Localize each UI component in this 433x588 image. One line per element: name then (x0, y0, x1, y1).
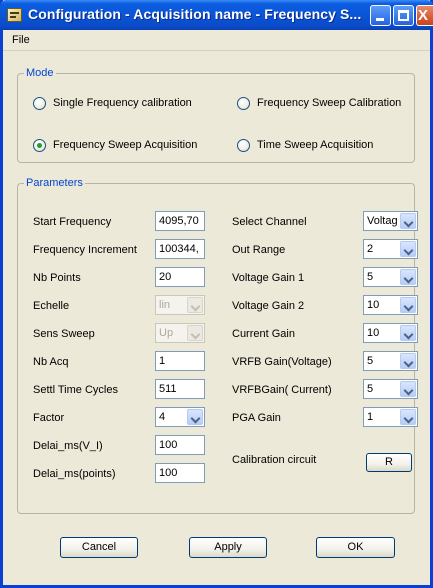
voltage-gain-1-value: 5 (367, 271, 374, 283)
title-bar[interactable]: Configuration - Acquisition name - Frequ… (0, 0, 433, 30)
minimize-icon (376, 18, 384, 21)
label-factor: Factor (33, 412, 65, 424)
label-voltage-gain-1: Voltage Gain 1 (232, 272, 305, 284)
current-gain-select[interactable]: 10 (363, 323, 418, 343)
chevron-down-icon (187, 297, 203, 313)
vrfb-gain-current-value: 5 (367, 383, 374, 395)
label-start-frequency: Start Frequency (33, 216, 112, 228)
factor-value: 4 (159, 411, 166, 423)
echelle-select: lin (155, 295, 205, 315)
delai-ms-points-field[interactable]: 100 (155, 463, 205, 483)
out-range-value: 2 (367, 243, 374, 255)
label-settl-time-cycles: Settl Time Cycles (33, 384, 118, 396)
chevron-down-icon[interactable] (400, 353, 416, 369)
label-delai-ms-vi: Delai_ms(V_I) (33, 440, 103, 452)
maximize-icon (398, 10, 409, 21)
radio-single-frequency-calibration[interactable] (33, 97, 46, 110)
radio-frequency-sweep-calibration[interactable] (237, 97, 250, 110)
echelle-value: lin (159, 299, 171, 311)
close-button[interactable]: X (416, 5, 433, 26)
select-channel-select[interactable]: Voltag (363, 211, 418, 231)
label-current-gain: Current Gain (232, 328, 295, 340)
radio-label-frequency-sweep-acquisition[interactable]: Frequency Sweep Acquisition (53, 139, 197, 151)
label-voltage-gain-2: Voltage Gain 2 (232, 300, 305, 312)
label-echelle: Echelle (33, 300, 70, 312)
window-title: Configuration - Acquisition name - Frequ… (28, 6, 362, 22)
chevron-down-icon[interactable] (400, 241, 416, 257)
voltage-gain-1-select[interactable]: 5 (363, 267, 418, 287)
label-nb-acq: Nb Acq (33, 356, 69, 368)
mode-group-label: Mode (24, 67, 56, 79)
label-sens-sweep: Sens Sweep (33, 328, 95, 340)
label-calibration-circuit: Calibration circuit (232, 454, 317, 466)
start-frequency-field[interactable]: 4095,70 (155, 211, 205, 231)
chevron-down-icon (187, 325, 203, 341)
maximize-button[interactable] (393, 5, 414, 26)
settl-time-cycles-field[interactable]: 511 (155, 379, 205, 399)
menu-bar: File (3, 30, 430, 51)
out-range-select[interactable]: 2 (363, 239, 418, 259)
label-vrfb-gain-voltage: VRFB Gain(Voltage) (232, 356, 332, 368)
voltage-gain-2-value: 10 (367, 299, 380, 311)
ok-button[interactable]: OK (316, 537, 395, 558)
vrfb-gain-voltage-select[interactable]: 5 (363, 351, 418, 371)
voltage-gain-2-select[interactable]: 10 (363, 295, 418, 315)
radio-time-sweep-acquisition[interactable] (237, 139, 250, 152)
radio-frequency-sweep-acquisition[interactable] (33, 139, 46, 152)
radio-label-frequency-sweep-calibration[interactable]: Frequency Sweep Calibration (257, 97, 401, 109)
chevron-down-icon[interactable] (400, 381, 416, 397)
menu-file[interactable]: File (12, 34, 30, 46)
label-out-range: Out Range (232, 244, 286, 256)
app-icon (7, 8, 22, 22)
label-select-channel: Select Channel (232, 216, 307, 228)
chevron-down-icon[interactable] (400, 297, 416, 313)
label-vrfb-gain-current: VRFBGain( Current) (232, 384, 332, 396)
parameters-group-label: Parameters (24, 177, 85, 189)
frequency-increment-field[interactable]: 100344, (155, 239, 205, 259)
label-frequency-increment: Frequency Increment (33, 244, 137, 256)
vrfb-gain-voltage-value: 5 (367, 355, 374, 367)
vrfb-gain-current-select[interactable]: 5 (363, 379, 418, 399)
cancel-button[interactable]: Cancel (60, 537, 138, 558)
label-pga-gain: PGA Gain (232, 412, 281, 424)
delai-ms-vi-field[interactable]: 100 (155, 435, 205, 455)
label-delai-ms-points: Delai_ms(points) (33, 468, 116, 480)
sens-sweep-select: Up (155, 323, 205, 343)
close-icon: X (418, 7, 429, 24)
chevron-down-icon[interactable] (400, 213, 416, 229)
pga-gain-select[interactable]: 1 (363, 407, 418, 427)
radio-label-time-sweep-acquisition[interactable]: Time Sweep Acquisition (257, 139, 373, 151)
pga-gain-value: 1 (367, 411, 374, 423)
factor-select[interactable]: 4 (155, 407, 205, 427)
apply-button[interactable]: Apply (189, 537, 267, 558)
nb-acq-field[interactable]: 1 (155, 351, 205, 371)
chevron-down-icon[interactable] (187, 409, 203, 425)
radio-label-single-frequency-calibration[interactable]: Single Frequency calibration (53, 97, 192, 109)
chevron-down-icon[interactable] (400, 269, 416, 285)
select-channel-value: Voltag (367, 215, 398, 227)
sens-sweep-value: Up (159, 327, 174, 339)
current-gain-value: 10 (367, 327, 380, 339)
chevron-down-icon[interactable] (400, 409, 416, 425)
minimize-button[interactable] (370, 5, 391, 26)
parameters-group: Parameters (17, 177, 415, 514)
calibration-circuit-button[interactable]: R (366, 453, 412, 472)
nb-points-field[interactable]: 20 (155, 267, 205, 287)
label-nb-points: Nb Points (33, 272, 81, 284)
chevron-down-icon[interactable] (400, 325, 416, 341)
